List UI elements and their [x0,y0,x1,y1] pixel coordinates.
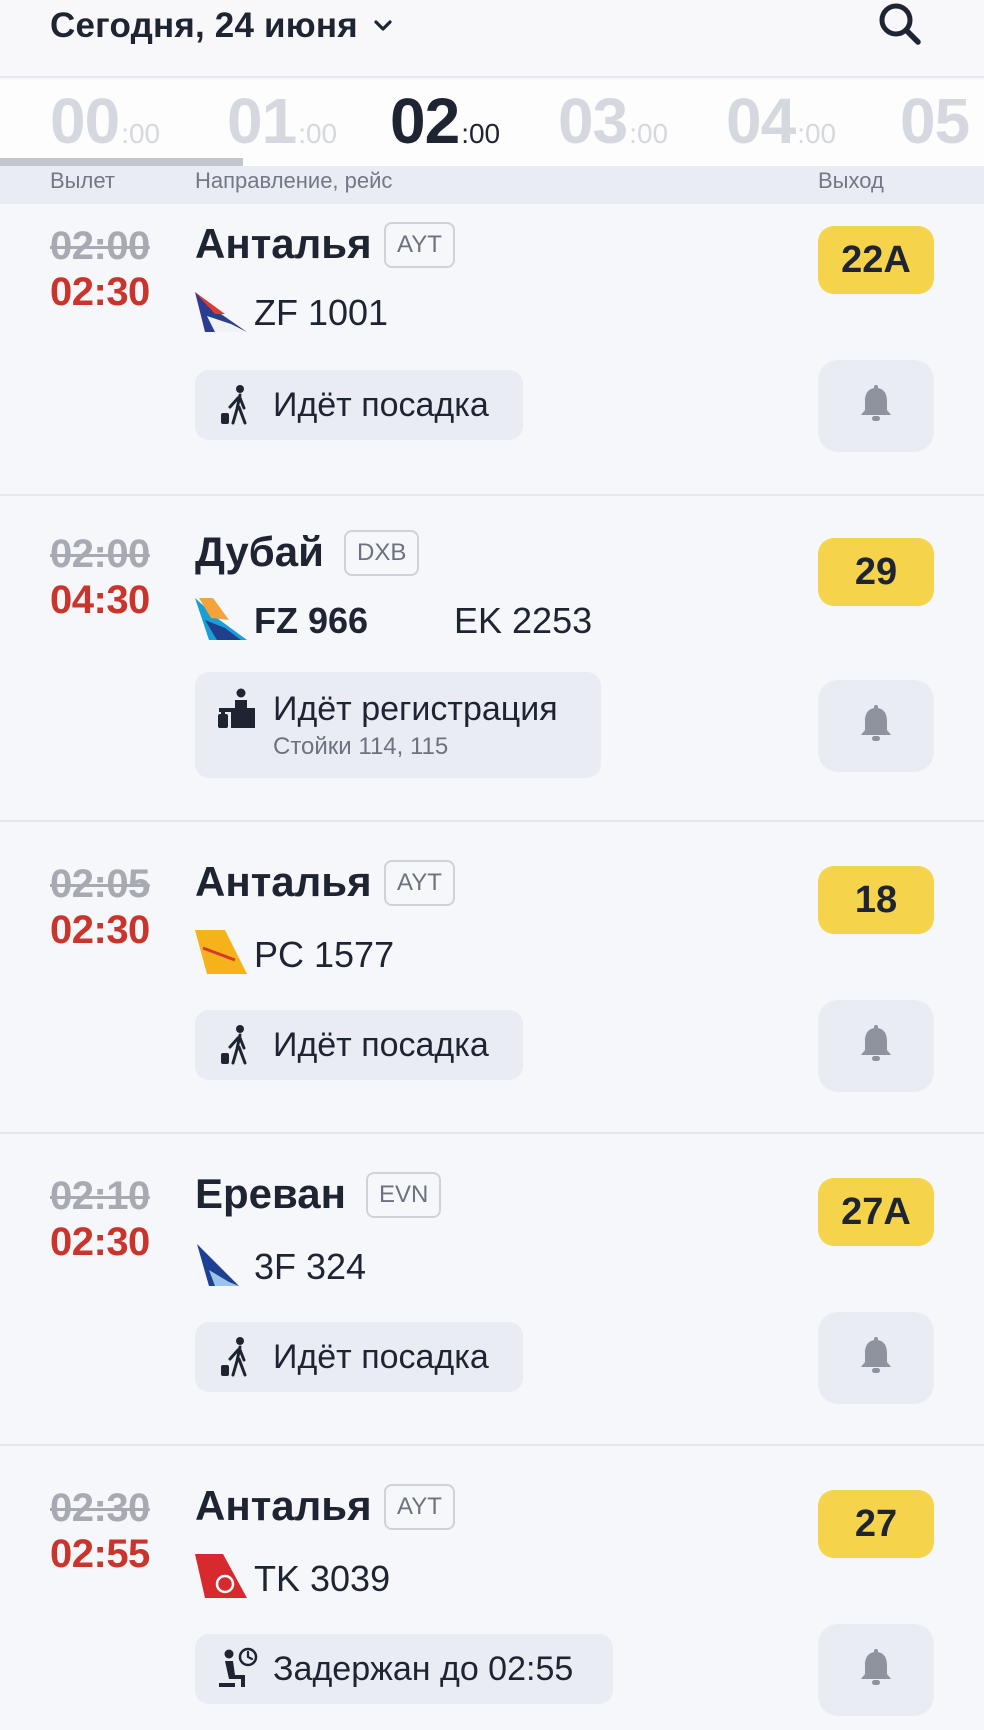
hour-01[interactable]: 01:00 [227,84,337,158]
scheduled-time: 02:00 [50,224,150,268]
actual-time: 02:55 [50,1532,150,1576]
status-badge[interactable]: Идёт посадка [195,1010,523,1080]
bell-icon [859,1024,893,1068]
turkish-airlines-logo-icon [195,1554,247,1598]
date-label: Сегодня, 24 июня [50,6,358,45]
status-badge[interactable]: Идёт посадка [195,370,523,440]
flight-row[interactable]: 02:00 02:30 Анталья AYT ZF 1001 Идёт пос… [0,204,984,496]
boarding-icon [215,383,259,427]
flight-number: ZF 1001 [254,292,389,333]
search-icon [876,0,924,53]
flight-row[interactable]: 02:00 04:30 Дубай DXB FZ 966 EK 2253 Идё… [0,496,984,822]
top-bar: Сегодня, 24 июня [0,0,984,78]
status-text: Задержан до 02:55 [273,1649,574,1688]
actual-time: 02:30 [50,908,150,952]
check-in-icon [215,686,259,730]
actual-time: 02:30 [50,1220,150,1264]
column-destination: Направление, рейс [195,168,393,193]
flight-row[interactable]: 02:10 02:30 Ереван EVN 3F 324 Идёт посад… [0,1134,984,1446]
bell-icon [859,1336,893,1380]
notify-button[interactable] [818,680,934,772]
notify-button[interactable] [818,1624,934,1716]
hour-scroll-indicator [0,158,243,166]
flight-row[interactable]: 02:05 02:30 Анталья AYT PC 1577 Идёт пос… [0,822,984,1134]
hour-00[interactable]: 00:00 [50,84,160,158]
gate-badge: 18 [818,866,934,934]
destination-city: Анталья [195,1482,372,1529]
iata-code: EVN [366,1172,442,1218]
hour-04[interactable]: 04:00 [726,84,836,158]
hour-02[interactable]: 02:00 [390,84,500,158]
bell-icon [859,704,893,748]
iata-code: AYT [384,222,455,268]
hour-03[interactable]: 03:00 [558,84,668,158]
bell-icon [859,384,893,428]
hour-selector[interactable]: 00:00 01:00 02:00 03:00 04:00 05 [0,80,984,166]
chevron-down-icon [372,15,394,37]
flight-number: FZ 966 [254,600,369,641]
status-text: Идёт посадка [273,1025,489,1064]
azur-air-logo-icon [195,288,247,332]
iata-code: DXB [344,530,420,576]
gate-badge: 27 [818,1490,934,1558]
column-departure: Вылет [50,168,115,193]
actual-time: 04:30 [50,578,150,622]
column-gate: Выход [818,168,884,193]
scheduled-time: 02:05 [50,862,150,906]
iata-code: AYT [384,860,455,906]
gate-badge: 29 [818,538,934,606]
status-text: Идёт посадка [273,1337,489,1376]
gate-badge: 27A [818,1178,934,1246]
boarding-icon [215,1335,259,1379]
flight-number: TK 3039 [254,1558,391,1599]
boarding-icon [215,1023,259,1067]
iata-code: AYT [384,1484,455,1530]
column-header: Вылет Направление, рейс Выход [0,166,984,204]
status-badge[interactable]: Идёт регистрация Стойки 114, 115 [195,672,601,778]
scheduled-time: 02:30 [50,1486,150,1530]
flight-number: PC 1577 [254,934,395,975]
destination-city: Анталья [195,220,372,267]
notify-button[interactable] [818,1312,934,1404]
flyone-logo-icon [195,1242,247,1286]
actual-time: 02:30 [50,270,150,314]
status-text: Идёт регистрация [273,689,558,728]
bell-icon [859,1648,893,1692]
status-badge[interactable]: Задержан до 02:55 [195,1634,613,1704]
date-selector[interactable]: Сегодня, 24 июня [50,4,394,48]
search-button[interactable] [872,0,928,52]
status-text: Идёт посадка [273,385,489,424]
flight-number: 3F 324 [254,1246,367,1287]
destination-city: Анталья [195,858,372,905]
codeshare-number: EK 2253 [454,600,593,641]
flydubai-logo-icon [195,596,247,640]
destination-city: Ереван [195,1170,347,1217]
flight-row[interactable]: 02:30 02:55 Анталья AYT TK 3039 Задержан… [0,1446,984,1730]
delayed-icon [215,1647,259,1691]
scheduled-time: 02:00 [50,532,150,576]
status-badge[interactable]: Идёт посадка [195,1322,523,1392]
scheduled-time: 02:10 [50,1174,150,1218]
gate-badge: 22A [818,226,934,294]
pegasus-logo-icon [195,930,247,974]
hour-05[interactable]: 05 [900,84,971,158]
notify-button[interactable] [818,1000,934,1092]
destination-city: Дубай [195,528,324,575]
status-subtext: Стойки 114, 115 [273,732,449,760]
notify-button[interactable] [818,360,934,452]
